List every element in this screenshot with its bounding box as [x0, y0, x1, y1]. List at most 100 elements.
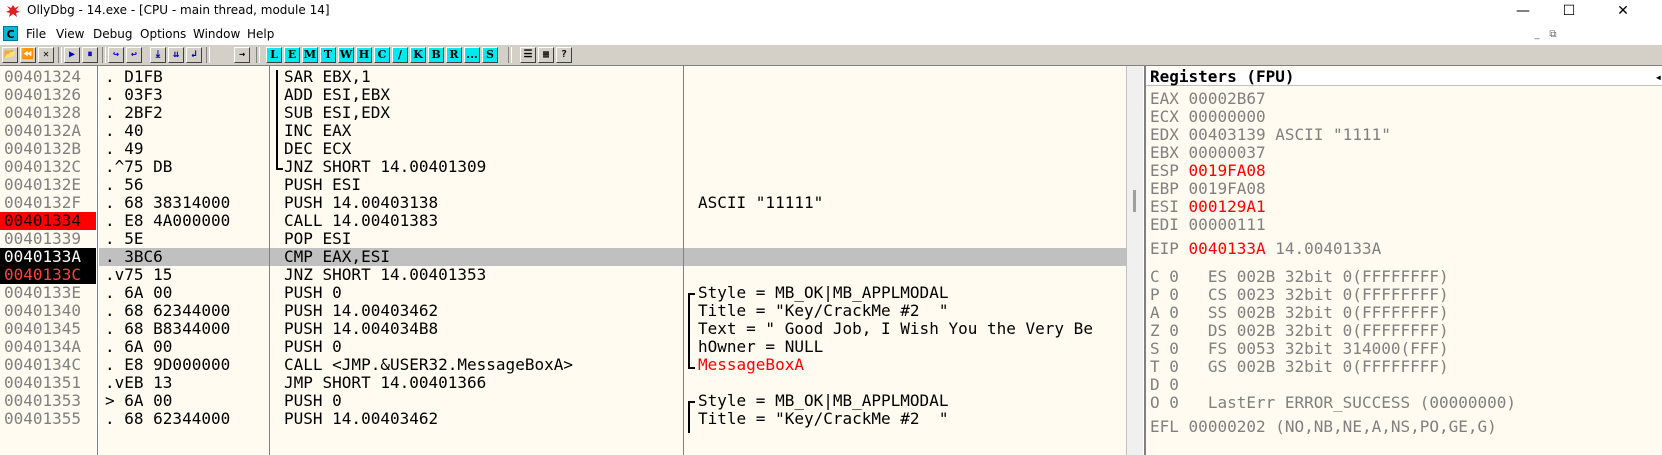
threads-button[interactable]: T: [320, 47, 336, 63]
close-process-icon[interactable]: ✕: [38, 47, 54, 63]
execute-till-return-icon[interactable]: ↲: [186, 47, 202, 63]
disasm-address[interactable]: 0040133C: [0, 266, 96, 284]
breakpoints-button[interactable]: B: [428, 47, 444, 63]
disasm-instruction[interactable]: CALL <JMP.&USER32.MessageBoxA>: [270, 356, 683, 374]
register-row[interactable]: T 0 GS 002B 32bit 0(FFFFFFFF): [1150, 358, 1449, 376]
mdi-minimize-button[interactable]: _: [1530, 28, 1544, 42]
register-value[interactable]: 0040133A: [1189, 239, 1266, 258]
disasm-instruction[interactable]: SAR EBX,1: [270, 68, 683, 86]
open-file-icon[interactable]: 📂: [2, 47, 18, 63]
register-value[interactable]: 0019FA08: [1189, 179, 1266, 198]
disasm-address[interactable]: 00401334: [0, 212, 96, 230]
disasm-instruction[interactable]: SUB ESI,EDX: [270, 104, 683, 122]
disasm-hex[interactable]: . 56: [99, 176, 269, 194]
register-row[interactable]: P 0 CS 0023 32bit 0(FFFFFFFF): [1150, 286, 1449, 304]
disasm-comment[interactable]: Title = "Key/CrackMe #2 ": [684, 410, 1126, 428]
grid-icon[interactable]: ▦: [538, 47, 554, 63]
restart-icon[interactable]: ⏪: [20, 47, 36, 63]
disasm-comment[interactable]: [684, 68, 1126, 86]
disasm-instruction[interactable]: PUSH 14.00403462: [270, 410, 683, 428]
step-into-icon[interactable]: ↪: [108, 47, 124, 63]
disasm-comment[interactable]: [684, 104, 1126, 122]
cpu-button[interactable]: C: [374, 47, 390, 63]
menu-help[interactable]: Help: [247, 27, 274, 41]
run-icon[interactable]: ▶: [64, 47, 80, 63]
list-icon[interactable]: ☰: [520, 47, 536, 63]
disasm-address[interactable]: 0040132E: [0, 176, 96, 194]
disasm-hex[interactable]: .v75 15: [99, 266, 269, 284]
disasm-hex[interactable]: . E8 9D000000: [99, 356, 269, 374]
mdi-restore-button[interactable]: ⧉: [1546, 28, 1560, 42]
disasm-instruction[interactable]: POP ESI: [270, 230, 683, 248]
register-value[interactable]: 000129A1: [1189, 197, 1266, 216]
disasm-instruction[interactable]: ADD ESI,EBX: [270, 86, 683, 104]
menu-view[interactable]: View: [56, 27, 84, 41]
go-to-icon[interactable]: →: [234, 47, 250, 63]
disasm-hex[interactable]: . 68 B8344000: [99, 320, 269, 338]
register-value[interactable]: 0019FA08: [1189, 161, 1266, 180]
executable-modules-button[interactable]: E: [284, 47, 300, 63]
menu-debug[interactable]: Debug: [93, 27, 132, 41]
register-row[interactable]: A 0 SS 002B 32bit 0(FFFFFFFF): [1150, 304, 1449, 322]
disasm-instruction[interactable]: INC EAX: [270, 122, 683, 140]
disasm-comment[interactable]: [684, 86, 1126, 104]
disasm-instruction[interactable]: JMP SHORT 14.00401366: [270, 374, 683, 392]
handles-button[interactable]: H: [356, 47, 372, 63]
disasm-instruction[interactable]: PUSH 14.00403462: [270, 302, 683, 320]
disasm-instruction[interactable]: CALL 14.00401383: [270, 212, 683, 230]
register-value[interactable]: 00403139: [1189, 125, 1266, 144]
disasm-hex[interactable]: . 6A 00: [99, 338, 269, 356]
disasm-hex[interactable]: .vEB 13: [99, 374, 269, 392]
register-row[interactable]: ECX 00000000: [1150, 108, 1275, 126]
disasm-instruction[interactable]: PUSH ESI: [270, 176, 683, 194]
register-value[interactable]: 00002B67: [1189, 89, 1266, 108]
disasm-hex[interactable]: . 40: [99, 122, 269, 140]
register-row[interactable]: O 0 LastErr ERROR_SUCCESS (00000000): [1150, 394, 1516, 412]
disasm-address[interactable]: 00401324: [0, 68, 96, 86]
windows-button[interactable]: W: [338, 47, 354, 63]
disasm-instruction[interactable]: PUSH 14.00403138: [270, 194, 683, 212]
pause-icon[interactable]: ⏸: [82, 47, 98, 63]
disasm-comment[interactable]: [684, 212, 1126, 230]
disasm-address[interactable]: 00401353: [0, 392, 96, 410]
disasm-comment[interactable]: [684, 248, 1126, 266]
disasm-comment[interactable]: ASCII "11111": [684, 194, 1126, 212]
disasm-hex[interactable]: . 68 62344000: [99, 302, 269, 320]
disasm-comment[interactable]: [684, 230, 1126, 248]
disasm-instruction[interactable]: JNZ SHORT 14.00401309: [270, 158, 683, 176]
disasm-address[interactable]: 0040133E: [0, 284, 96, 302]
disasm-comment[interactable]: [684, 140, 1126, 158]
disasm-hex[interactable]: . 3BC6: [99, 248, 269, 266]
register-row[interactable]: EFL 00000202 (NO,NB,NE,A,NS,PO,GE,G): [1150, 418, 1497, 436]
patches-button[interactable]: /: [392, 47, 408, 63]
disasm-instruction[interactable]: PUSH 14.004034B8: [270, 320, 683, 338]
register-row[interactable]: D 0: [1150, 376, 1208, 394]
register-value[interactable]: 00000202: [1189, 417, 1266, 436]
disasm-address[interactable]: 0040132F: [0, 194, 96, 212]
disasm-comment[interactable]: Text = " Good Job, I Wish You the Very B…: [684, 320, 1126, 338]
disasm-comment[interactable]: Style = MB_OK|MB_APPLMODAL: [684, 392, 1126, 410]
register-row[interactable]: EDX 00403139 ASCII "1111": [1150, 126, 1391, 144]
register-row[interactable]: EAX 00002B67: [1150, 90, 1275, 108]
disasm-address[interactable]: 00401340: [0, 302, 96, 320]
disasm-instruction[interactable]: PUSH 0: [270, 392, 683, 410]
disasm-hex[interactable]: . 68 38314000: [99, 194, 269, 212]
register-row[interactable]: Z 0 DS 002B 32bit 0(FFFFFFFF): [1150, 322, 1449, 340]
disasm-comment[interactable]: Title = "Key/CrackMe #2 ": [684, 302, 1126, 320]
register-row[interactable]: ESP 0019FA08: [1150, 162, 1275, 180]
disasm-comment[interactable]: [684, 176, 1126, 194]
disasm-address[interactable]: 00401326: [0, 86, 96, 104]
disasm-comment[interactable]: [684, 266, 1126, 284]
disasm-address[interactable]: 0040132A: [0, 122, 96, 140]
maximize-button[interactable]: ☐: [1546, 0, 1592, 22]
help-icon[interactable]: ?: [556, 47, 572, 63]
minimize-button[interactable]: —: [1500, 0, 1546, 22]
disasm-comment[interactable]: hOwner = NULL: [684, 338, 1126, 356]
references-button[interactable]: R: [446, 47, 462, 63]
register-value[interactable]: 00000037: [1189, 143, 1266, 162]
disasm-address[interactable]: 0040132C: [0, 158, 96, 176]
register-row[interactable]: ESI 000129A1: [1150, 198, 1275, 216]
register-row[interactable]: S 0 FS 0053 32bit 314000(FFF): [1150, 340, 1449, 358]
disasm-address[interactable]: 00401355: [0, 410, 96, 428]
disasm-hex[interactable]: . 03F3: [99, 86, 269, 104]
